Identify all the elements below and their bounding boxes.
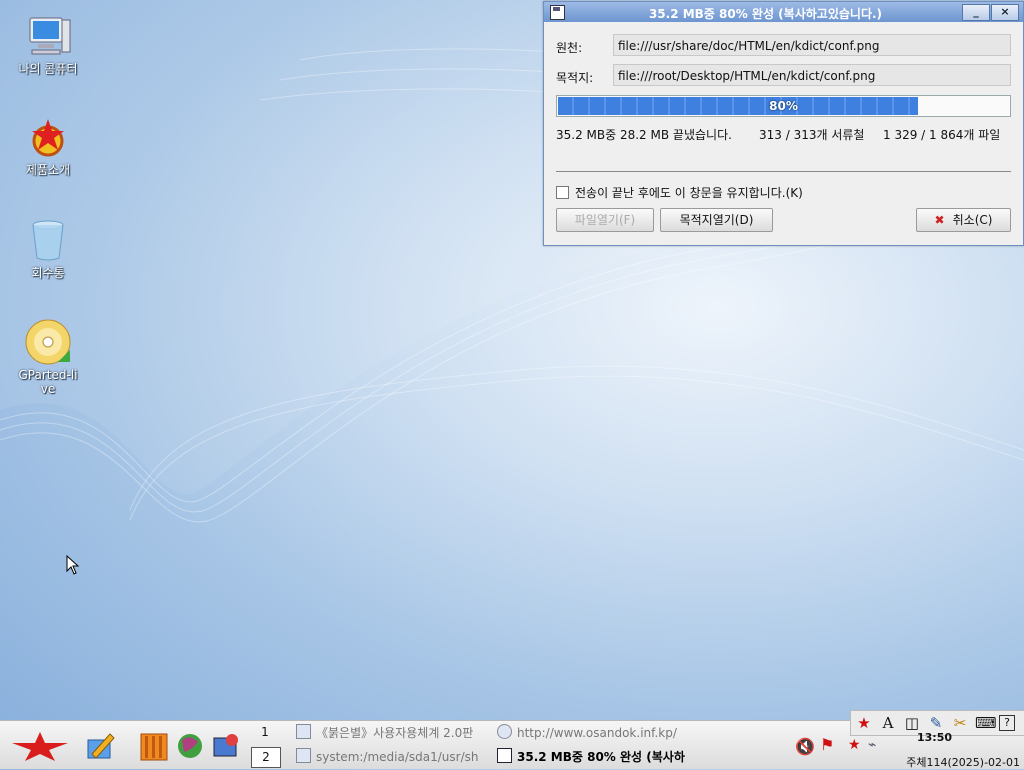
task-button[interactable]: system:/media/sda1/usr/sh <box>296 747 486 767</box>
gparted-disc-icon <box>24 318 72 366</box>
source-path-field: file:///usr/share/doc/HTML/en/kdict/conf… <box>613 34 1011 56</box>
task-label: system:/media/sda1/usr/sh <box>316 750 479 764</box>
edit-icon[interactable]: ✎ <box>927 714 945 732</box>
floppy-icon <box>497 748 512 763</box>
task-button[interactable]: http://www.osandok.inf.kp/ <box>497 723 692 743</box>
dialog-titlebar[interactable]: 35.2 MB중 80% 완성 (복사하고있습니다.) _ × <box>544 2 1023 22</box>
desktop-icon-label: GParted-live <box>18 368 78 396</box>
taskbar: 1 2 《붉은별》사용자용체계 2.0판 http://www.osandok.… <box>0 710 1024 769</box>
task-label: http://www.osandok.inf.kp/ <box>517 726 677 740</box>
divider <box>556 171 1011 172</box>
desktop-icon-trash[interactable]: 회수통 <box>8 216 88 280</box>
minimize-button[interactable]: _ <box>962 4 990 21</box>
desktop-icon-label: 제품소개 <box>25 163 71 177</box>
destination-path-field: file:///root/Desktop/HTML/en/kdict/conf.… <box>613 64 1011 86</box>
checkbox-box[interactable] <box>556 186 569 199</box>
desktop-pager-2[interactable]: 2 <box>251 747 281 768</box>
progress-percent: 80% <box>769 99 798 113</box>
cancel-label: 취소(C) <box>952 213 993 227</box>
desktop-icon-gparted[interactable]: GParted-live <box>8 318 88 396</box>
close-button[interactable]: × <box>991 4 1019 21</box>
product-intro-icon <box>24 113 72 161</box>
red-star-tray-icon[interactable]: ★ <box>848 737 861 753</box>
source-label: 원천: <box>556 41 583 55</box>
browser-globe-icon[interactable] <box>174 730 206 762</box>
task-label: 35.2 MB중 80% 완성 (복사하 <box>517 750 685 764</box>
desktop-icon-product-intro[interactable]: 제품소개 <box>8 113 88 177</box>
tools-icon[interactable]: ✂ <box>951 714 969 732</box>
font-a-icon[interactable]: A <box>879 714 897 732</box>
cancel-button[interactable]: ✖ 취소(C) <box>916 208 1011 232</box>
layout-icon[interactable]: ◫ <box>903 714 921 732</box>
keyboard-icon[interactable]: ⌨ <box>975 714 997 732</box>
desktop-pager-1[interactable]: 1 <box>251 723 279 742</box>
desktop-icon-my-computer[interactable]: 나의 콤퓨터 <box>8 12 88 76</box>
open-destination-button[interactable]: 목적지열기(D) <box>660 208 773 232</box>
usb-drive-icon[interactable]: ⌁ <box>868 737 876 753</box>
trash-icon <box>24 216 72 264</box>
floppy-icon <box>550 5 565 20</box>
mouse-cursor-icon <box>66 555 80 575</box>
folder-icon <box>296 748 311 763</box>
help-icon[interactable]: ? <box>999 715 1015 731</box>
task-label: 《붉은별》사용자용체계 2.0판 <box>316 726 474 740</box>
folders-status: 313 / 313개 서류철 <box>759 128 865 142</box>
destination-label: 목적지: <box>556 71 594 85</box>
clock: 13:50 <box>916 731 952 744</box>
volume-muted-icon[interactable]: 🔇 <box>795 737 815 756</box>
media-player-launcher-icon[interactable] <box>210 730 242 762</box>
ime-star-icon[interactable]: ★ <box>855 714 873 732</box>
office-launcher-icon[interactable] <box>84 730 116 762</box>
red-star-menu-icon[interactable] <box>10 730 70 762</box>
desktop-icon-label: 회수통 <box>31 266 65 280</box>
transfer-stats: 35.2 MB중 28.2 MB 끝냈습니다. 313 / 313개 서류철 1… <box>556 126 1011 143</box>
copy-progress-bar: 80% <box>556 95 1011 117</box>
copy-progress-dialog: 35.2 MB중 80% 완성 (복사하고있습니다.) _ × 원천: file… <box>543 1 1024 246</box>
bytes-status: 35.2 MB중 28.2 MB 끝냈습니다. <box>556 128 732 142</box>
cancel-x-icon: ✖ <box>934 213 945 227</box>
files-status: 1 329 / 1 864개 파일 <box>883 128 1001 142</box>
open-file-button[interactable]: 파일열기(F) <box>556 208 654 232</box>
task-button[interactable]: 《붉은별》사용자용체계 2.0판 <box>296 723 486 743</box>
keep-open-label: 전송이 끝난 후에도 이 창문을 유지합니다.(K) <box>575 186 803 200</box>
keep-open-checkbox[interactable]: 전송이 끝난 후에도 이 창문을 유지합니다.(K) <box>556 184 803 201</box>
window-icon <box>296 724 311 739</box>
destination-row: 목적지: file:///root/Desktop/HTML/en/kdict/… <box>556 64 1011 88</box>
task-button-active[interactable]: 35.2 MB중 80% 완성 (복사하 <box>497 747 689 767</box>
dialog-title: 35.2 MB중 80% 완성 (복사하고있습니다.) <box>648 7 883 21</box>
file-manager-launcher-icon[interactable] <box>138 730 170 762</box>
computer-icon <box>24 12 72 60</box>
globe-icon <box>497 724 512 739</box>
desktop-icon-label: 나의 콤퓨터 <box>18 62 78 76</box>
source-row: 원천: file:///usr/share/doc/HTML/en/kdict/… <box>556 34 1011 58</box>
red-flag-icon[interactable]: ⚑ <box>820 735 834 754</box>
